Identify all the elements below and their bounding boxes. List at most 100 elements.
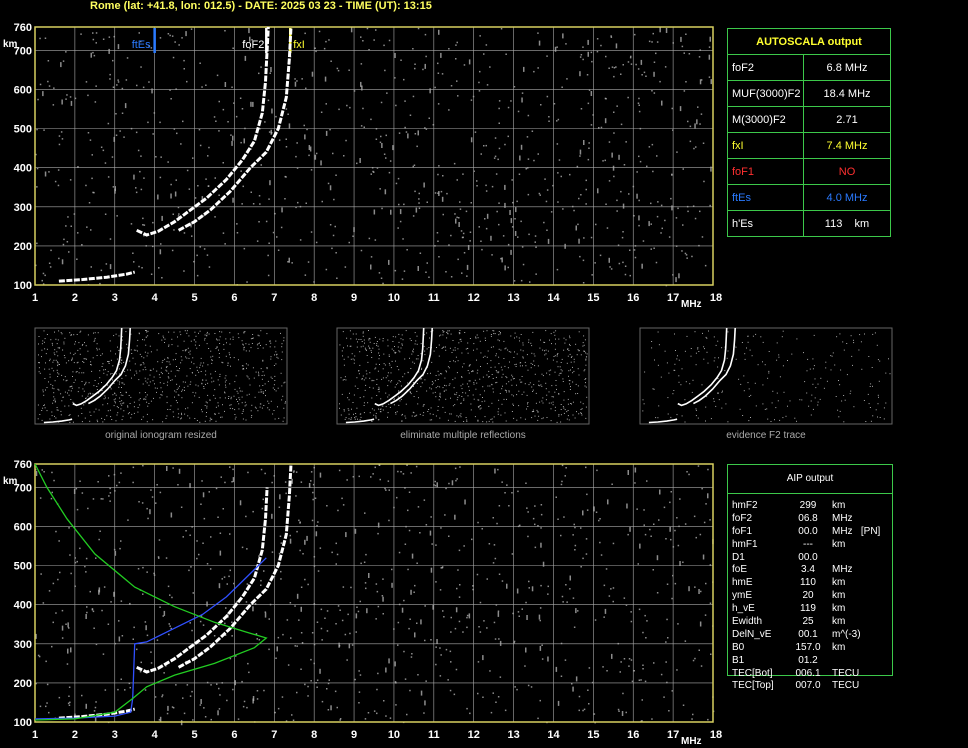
thumb-speck — [93, 332, 94, 334]
thumb-speck — [275, 340, 277, 342]
thumb-speck — [542, 397, 544, 399]
noise-speck — [44, 274, 46, 277]
thumb-speck — [84, 358, 86, 360]
thumb-speck — [266, 333, 268, 335]
noise-speck — [605, 568, 608, 570]
thumb-speck — [142, 369, 144, 371]
noise-speck — [95, 42, 97, 44]
noise-specks — [35, 27, 712, 287]
thumb-speck — [766, 408, 768, 410]
noise-speck — [650, 202, 652, 205]
noise-speck — [338, 645, 341, 647]
aip-v: 157.0 — [795, 641, 821, 653]
thumb-speck — [768, 370, 770, 372]
thumb-speck — [764, 364, 766, 366]
noise-speck — [68, 627, 70, 629]
noise-speck — [678, 273, 680, 279]
noise-speck — [176, 132, 178, 135]
noise-speck — [290, 637, 292, 639]
noise-speck — [562, 33, 564, 39]
thumb-speck — [885, 372, 887, 374]
noise-speck — [436, 639, 438, 644]
thumb-speck — [38, 371, 40, 373]
thumb-speck — [789, 400, 791, 402]
noise-speck — [398, 551, 401, 554]
thumb-speck — [550, 420, 552, 422]
thumb-speck — [508, 351, 510, 353]
noise-speck — [546, 55, 548, 57]
thumb-speck — [431, 419, 433, 421]
noise-speck — [292, 719, 295, 721]
thumb-speck — [389, 364, 391, 366]
noise-speck — [298, 519, 300, 522]
thumb-speck — [51, 415, 53, 417]
noise-speck — [50, 249, 52, 252]
noise-speck — [446, 192, 448, 195]
noise-speck — [450, 276, 453, 278]
thumb-speck — [234, 388, 236, 390]
thumb-speck — [658, 405, 660, 407]
noise-speck — [370, 173, 372, 175]
thumb-speck — [385, 377, 387, 379]
noise-speck — [343, 155, 345, 157]
thumb-speck — [501, 403, 503, 405]
noise-speck — [437, 62, 439, 65]
thumb-speck — [53, 396, 55, 398]
noise-speck — [295, 495, 297, 497]
thumb-speck — [770, 421, 772, 422]
noise-speck — [186, 169, 189, 172]
noise-speck — [658, 519, 660, 521]
thumb-speck — [143, 398, 145, 400]
noise-speck — [407, 568, 409, 571]
thumb-speck — [51, 367, 53, 369]
thumb-speck — [642, 410, 644, 412]
thumb-speck — [530, 362, 532, 364]
thumb-speck — [42, 391, 44, 393]
noise-speck — [66, 663, 69, 665]
thumb-speck — [519, 365, 521, 367]
noise-speck — [498, 147, 501, 150]
noise-speck — [167, 161, 169, 163]
noise-speck — [173, 229, 175, 231]
thumb-speck — [549, 339, 550, 341]
noise-speck — [708, 46, 711, 48]
thumb-speck — [500, 349, 502, 351]
thumb-speck — [479, 340, 481, 342]
thumb-speck — [178, 413, 180, 415]
noise-speck — [407, 133, 409, 139]
thumb-speck — [139, 370, 141, 372]
thumb-speck — [76, 371, 78, 372]
thumb-speck — [749, 349, 751, 351]
noise-speck — [644, 680, 647, 683]
noise-speck — [710, 79, 712, 85]
thumb-speck — [167, 376, 169, 378]
thumb-speck — [684, 421, 686, 423]
noise-speck — [400, 59, 402, 61]
thumb-speck — [867, 393, 869, 395]
thumb-speck — [522, 350, 524, 352]
noise-speck — [370, 264, 372, 270]
noise-speck — [500, 257, 502, 260]
thumb-speck — [173, 416, 175, 418]
thumb-speck — [375, 417, 377, 419]
thumb-speck — [697, 417, 699, 419]
thumb-speck — [878, 380, 880, 382]
noise-speck — [109, 73, 111, 76]
thumb-speck — [133, 349, 135, 351]
noise-speck — [388, 39, 391, 42]
noise-speck — [374, 239, 377, 241]
thumb-speck — [44, 338, 46, 340]
noise-speck — [275, 115, 277, 118]
thumb-speck — [187, 415, 189, 417]
thumb-speck — [576, 354, 578, 356]
thumb-speck — [473, 383, 475, 385]
thumb-speck — [53, 352, 55, 354]
noise-speck — [597, 188, 599, 194]
thumb-speck — [389, 406, 391, 408]
thumb-speck — [506, 391, 507, 393]
thumb-speck — [505, 347, 507, 349]
thumb-speck — [57, 339, 59, 341]
thumb-speck — [201, 383, 203, 385]
noise-speck — [325, 268, 328, 271]
noise-speck — [258, 555, 260, 557]
